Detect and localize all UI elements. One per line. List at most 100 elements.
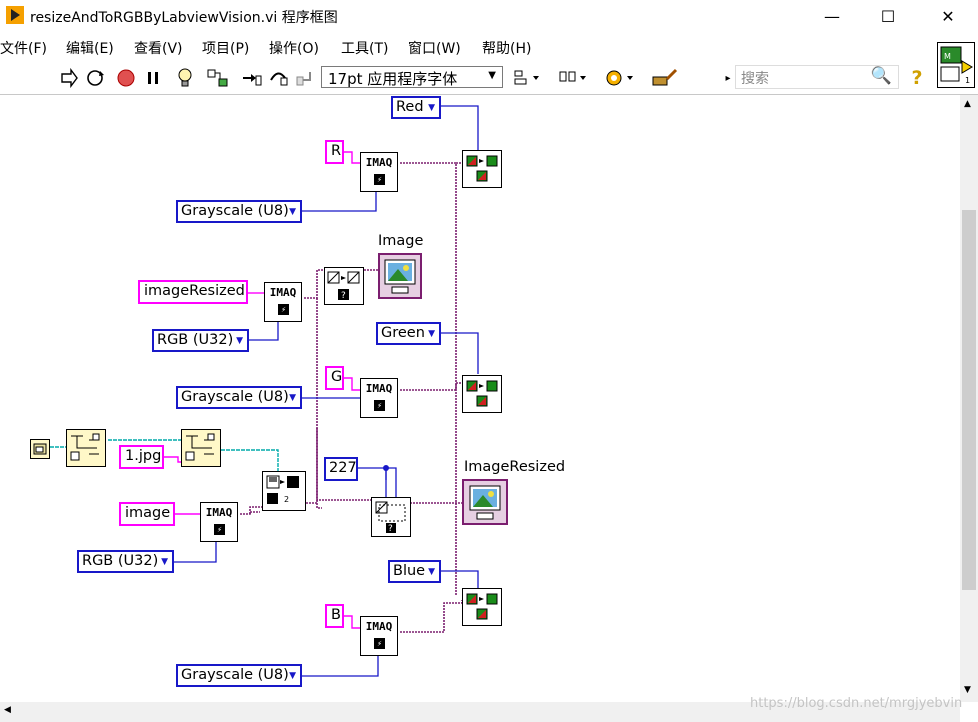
menu-tools[interactable]: 工具(T) xyxy=(341,38,388,58)
imaq-resample-node[interactable]: ? xyxy=(371,497,411,537)
green-plane-enum[interactable]: Green ▼ xyxy=(376,322,441,345)
red-plane-enum-label: Red xyxy=(396,99,424,115)
b-string-value: B xyxy=(331,607,341,623)
vertical-scrollbar[interactable]: ▲ ▼ xyxy=(960,95,978,702)
scroll-left-icon[interactable]: ◀ xyxy=(4,705,11,715)
imaq-create-image-node[interactable]: IMAQ ⚡ xyxy=(200,502,238,542)
menu-operate[interactable]: 操作(O) xyxy=(269,38,319,58)
imaq-create-b-label: IMAQ xyxy=(365,620,393,633)
image-resized-display-indicator[interactable] xyxy=(462,479,508,525)
align-objects-icon[interactable] xyxy=(511,66,543,90)
watermark: https://blog.csdn.net/mrgjyebvin xyxy=(750,696,963,711)
block-diagram[interactable]: Red ▼ Green ▼ Blue ▼ R G B Grayscale (U8) ▼ … xyxy=(0,95,960,702)
blue-plane-enum-label: Blue xyxy=(393,563,426,579)
size-numeric-value: 227 xyxy=(329,460,357,476)
image-name-constant[interactable]: image xyxy=(119,502,175,526)
retain-wire-values-icon[interactable] xyxy=(205,66,231,90)
window-title: resizeAndToRGBByLabviewVision.vi 程序框图 xyxy=(30,10,338,26)
image-display-indicator[interactable] xyxy=(378,253,422,299)
imaq-create-resized-label: IMAQ xyxy=(269,286,297,299)
distribute-objects-icon[interactable] xyxy=(556,66,590,90)
image-resized-name-constant[interactable]: imageResized xyxy=(138,280,248,304)
grayscale-enum-g-label: Grayscale (U8) xyxy=(181,389,289,405)
labview-vi-icon xyxy=(6,6,24,24)
file-name-constant[interactable]: 1.jpg xyxy=(119,445,164,469)
grayscale-enum-g[interactable]: Grayscale (U8) ▼ xyxy=(176,386,302,409)
file-name-value: 1.jpg xyxy=(125,448,162,464)
chevron-down-icon: ▼ xyxy=(428,103,435,113)
extract-blue-plane-node[interactable] xyxy=(462,588,502,626)
imaq-copy-node[interactable]: ? xyxy=(324,267,364,305)
minimize-button[interactable]: — xyxy=(809,0,855,32)
step-out-icon[interactable] xyxy=(293,66,315,90)
menu-edit[interactable]: 编辑(E) xyxy=(66,38,114,58)
menu-help[interactable]: 帮助(H) xyxy=(482,38,531,58)
chevron-down-icon: ▼ xyxy=(236,336,243,346)
imaq-read-file-node[interactable]: 2 xyxy=(262,471,306,511)
abort-icon[interactable] xyxy=(115,66,137,90)
close-button[interactable]: ✕ xyxy=(925,0,971,32)
step-over-icon[interactable] xyxy=(267,66,291,90)
vi-connector-icon[interactable]: M 1 xyxy=(937,42,975,88)
imaq-create-image-label: IMAQ xyxy=(205,506,233,519)
red-plane-enum[interactable]: Red ▼ xyxy=(391,96,441,119)
default-directory-node[interactable] xyxy=(30,439,50,459)
rgb-enum-image[interactable]: RGB (U32) ▼ xyxy=(77,550,174,573)
b-string-constant[interactable]: B xyxy=(325,604,344,628)
rgb-enum-image-label: RGB (U32) xyxy=(82,553,159,569)
chevron-down-icon: ▼ xyxy=(428,329,435,339)
grayscale-enum-b-label: Grayscale (U8) xyxy=(181,667,289,683)
step-into-icon[interactable] xyxy=(240,66,264,90)
chevron-down-icon: ▼ xyxy=(289,207,296,217)
svg-text:?: ? xyxy=(341,291,346,301)
pause-icon[interactable] xyxy=(143,66,163,90)
g-string-constant[interactable]: G xyxy=(325,366,344,390)
search-placeholder: 搜索 xyxy=(741,71,769,87)
menu-file[interactable]: 文件(F) xyxy=(0,38,47,58)
font-dropdown[interactable]: 17pt 应用程序字体 ▼ xyxy=(321,66,503,88)
maximize-button[interactable]: ☐ xyxy=(865,0,911,32)
blue-plane-enum[interactable]: Blue ▼ xyxy=(388,560,441,583)
chevron-down-icon: ▼ xyxy=(428,567,435,577)
imaq-create-b-node[interactable]: IMAQ ⚡ xyxy=(360,616,398,656)
imaq-create-g-node[interactable]: IMAQ ⚡ xyxy=(360,378,398,418)
menu-bar: 文件(F) 编辑(E) 查看(V) 项目(P) 操作(O) 工具(T) 窗口(W… xyxy=(0,34,930,58)
build-path-node[interactable] xyxy=(181,429,221,467)
image-indicator-label: Image xyxy=(378,233,424,249)
rgb-enum-resized[interactable]: RGB (U32) ▼ xyxy=(152,329,249,352)
strip-path-node[interactable] xyxy=(66,429,106,467)
imaq-create-r-node[interactable]: IMAQ ⚡ xyxy=(360,152,398,192)
run-arrow-icon[interactable] xyxy=(58,66,80,90)
menu-project[interactable]: 项目(P) xyxy=(202,38,249,58)
search-input[interactable]: 搜索 🔍 xyxy=(735,65,899,89)
scroll-up-icon[interactable]: ▲ xyxy=(964,99,971,109)
vertical-scroll-thumb[interactable] xyxy=(962,210,976,590)
scroll-down-icon[interactable]: ▼ xyxy=(964,685,971,695)
size-numeric-constant[interactable]: 227 xyxy=(324,457,358,481)
menu-view[interactable]: 查看(V) xyxy=(134,38,183,58)
context-help-icon[interactable]: ? xyxy=(904,66,930,90)
extract-red-plane-node[interactable] xyxy=(462,150,502,188)
imaq-create-resized-node[interactable]: IMAQ ⚡ xyxy=(264,282,302,322)
highlight-execution-icon[interactable] xyxy=(174,66,196,90)
cleanup-diagram-icon[interactable] xyxy=(648,66,680,90)
svg-text:2: 2 xyxy=(284,495,289,504)
green-plane-enum-label: Green xyxy=(381,325,425,341)
expand-arrow-icon[interactable]: ▸ xyxy=(722,66,734,90)
chevron-down-icon: ▼ xyxy=(289,393,296,403)
chevron-down-icon: ▼ xyxy=(289,671,296,681)
image-resized-name-value: imageResized xyxy=(144,283,245,299)
reorder-icon[interactable] xyxy=(603,66,637,90)
imaq-create-g-label: IMAQ xyxy=(365,382,393,395)
imaq-create-r-label: IMAQ xyxy=(365,156,393,169)
g-string-value: G xyxy=(331,369,343,385)
extract-green-plane-node[interactable] xyxy=(462,375,502,413)
grayscale-enum-r[interactable]: Grayscale (U8) ▼ xyxy=(176,200,302,223)
search-icon[interactable]: 🔍 xyxy=(871,66,892,86)
menu-window[interactable]: 窗口(W) xyxy=(408,38,461,58)
r-string-constant[interactable]: R xyxy=(325,140,344,164)
imaq-create-b-glyph: ⚡ xyxy=(374,638,385,649)
grayscale-enum-b[interactable]: Grayscale (U8) ▼ xyxy=(176,664,302,687)
run-continuously-icon[interactable] xyxy=(83,66,107,90)
font-dropdown-value: 17pt 应用程序字体 xyxy=(328,70,458,88)
